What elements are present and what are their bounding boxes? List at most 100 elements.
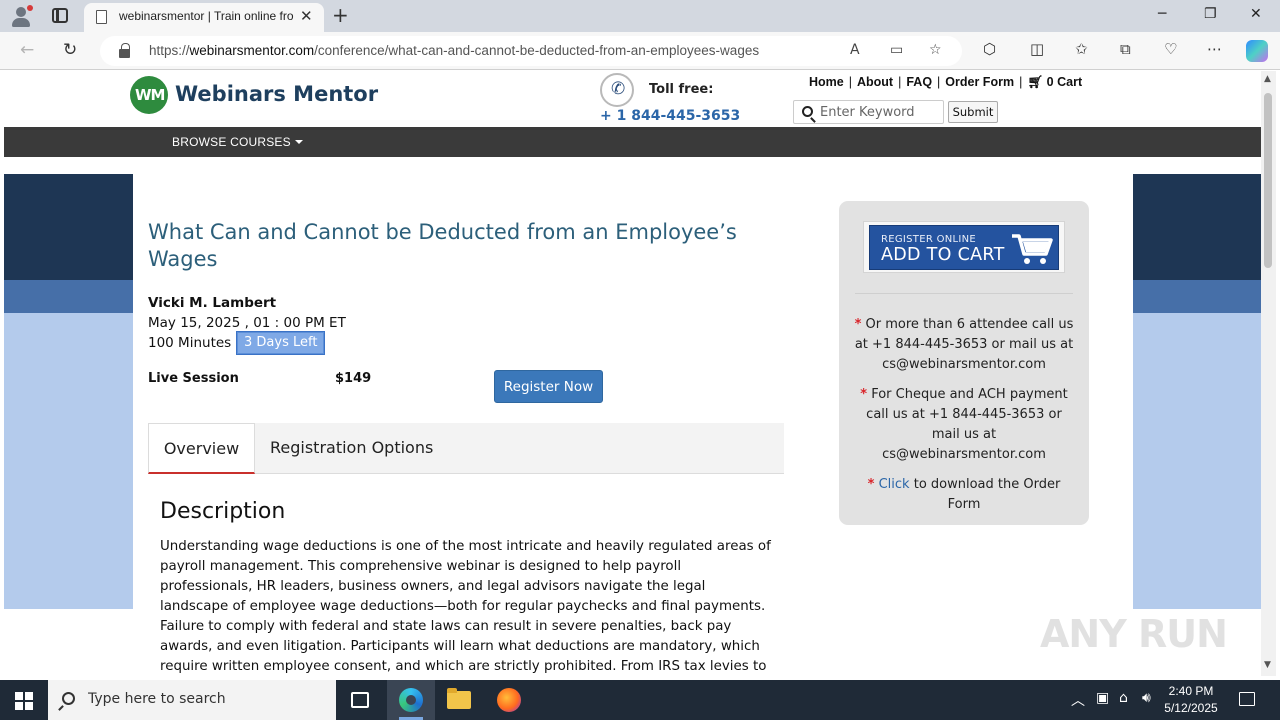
nav-faq[interactable]: FAQ [906, 75, 932, 89]
read-aloud-icon[interactable]: A [850, 42, 860, 58]
course-date: May 15, 2025 , 01 : 00 PM ET [148, 315, 346, 331]
favorites-icon[interactable]: ✩ [1075, 40, 1088, 58]
edge-taskbar-button[interactable] [387, 680, 435, 720]
course-title: What Can and Cannot be Deducted from an … [148, 220, 737, 271]
new-tab-icon[interactable]: + [332, 3, 349, 27]
logo-text[interactable]: Webinars Mentor [175, 82, 378, 106]
browse-courses-dropdown[interactable]: BROWSE COURSES [172, 135, 303, 149]
scroll-down-icon[interactable]: ▼ [1264, 660, 1271, 670]
search-icon [62, 692, 75, 705]
sidebar-divider [855, 293, 1073, 294]
nav-order-form[interactable]: Order Form [945, 75, 1014, 89]
cart-banner-big: ADD TO CART [881, 245, 1005, 265]
edge-icon [399, 688, 423, 712]
add-to-cart-banner[interactable]: REGISTER ONLINE ADD TO CART [863, 221, 1065, 273]
toll-free-label: Toll free: [649, 82, 714, 97]
presenter-name[interactable]: Vicki M. Lambert [148, 295, 276, 311]
windows-taskbar: ︿ ▣ ⌂ 🔊︎ 2:40 PM 5/12/2025 [0, 680, 1280, 720]
taskbar-clock[interactable]: 2:40 PM 5/12/2025 [1160, 683, 1222, 717]
page-icon [96, 10, 107, 24]
tab-registration-options[interactable]: Registration Options [270, 423, 433, 474]
maximize-icon[interactable]: ❐ [1204, 6, 1217, 22]
add-to-cart-button[interactable]: REGISTER ONLINE ADD TO CART [869, 225, 1059, 270]
tray-chevron-up-icon[interactable]: ︿ [1071, 690, 1085, 710]
extensions-icon[interactable]: ⬡ [983, 40, 996, 58]
required-star: * [854, 317, 862, 332]
sidebar-note-payment-text: For Cheque and ACH payment call us at +1… [866, 387, 1068, 462]
required-star: * [860, 387, 868, 402]
course-tabs: Overview Registration Options [148, 423, 784, 474]
copilot-icon[interactable] [1246, 40, 1268, 62]
notification-icon[interactable] [1239, 692, 1255, 706]
required-star: * [867, 477, 875, 492]
sidebar-note-order-form-text: to download the Order Form [913, 477, 1061, 512]
days-left-badge: 3 Days Left [235, 331, 326, 355]
browser-tab-active[interactable]: webinarsmentor | Train online fro ✕ [84, 3, 324, 33]
task-view-icon [351, 692, 369, 708]
sidebar-note-payment: * For Cheque and ACH payment call us at … [853, 385, 1075, 465]
split-screen-icon[interactable]: ◫ [1030, 40, 1044, 58]
url-text[interactable]: https://webinarsmentor.com/conference/wh… [149, 43, 759, 58]
back-icon[interactable]: ← [20, 40, 34, 60]
search-input[interactable] [820, 103, 940, 121]
scroll-thumb[interactable] [1264, 93, 1272, 268]
nav-about[interactable]: About [857, 75, 893, 89]
order-form-click-link[interactable]: Click [879, 477, 910, 492]
network-icon[interactable]: ⌂ [1119, 690, 1128, 706]
favorite-star-icon[interactable]: ☆ [929, 42, 942, 58]
task-view-button[interactable] [336, 680, 384, 720]
description-text: Understanding wage deductions is one of … [160, 539, 771, 674]
toll-free-number[interactable]: + 1 844-445-3653 [600, 108, 740, 124]
taskbar-search[interactable] [48, 680, 336, 720]
nav-cart[interactable]: 0 Cart [1047, 75, 1082, 89]
shopping-cart-icon [1012, 234, 1053, 264]
firefox-taskbar-button[interactable] [485, 680, 533, 720]
tab-overview[interactable]: Overview [148, 423, 255, 474]
sidebar-note-group-text: Or more than 6 attendee call us at +1 84… [854, 317, 1074, 372]
search-icon [802, 106, 813, 117]
search-submit-button[interactable]: Submit [948, 101, 998, 123]
caret-down-icon [294, 140, 303, 144]
tab-close-icon[interactable]: ✕ [300, 7, 313, 25]
page-scrollbar[interactable]: ▲ ▼ [1261, 71, 1276, 676]
browser-tab-strip: webinarsmentor | Train online fro ✕ + ─ … [0, 0, 1280, 33]
course-duration: 100 Minutes | [148, 335, 241, 351]
taskbar-search-input[interactable] [88, 691, 318, 707]
immersive-reader-icon[interactable]: ▭ [890, 42, 903, 58]
address-bar[interactable]: https://webinarsmentor.com/conference/wh… [100, 36, 962, 66]
refresh-icon[interactable]: ↻ [63, 40, 77, 60]
session-price: $149 [335, 371, 372, 386]
tab-actions-icon[interactable] [52, 8, 68, 23]
sidebar-note-order-form: * Click to download the Order Form [853, 475, 1075, 515]
close-window-icon[interactable]: ✕ [1250, 6, 1262, 22]
tray-device-icon[interactable]: ▣ [1096, 690, 1109, 706]
site-search [793, 100, 944, 124]
anyrun-watermark: ANY RUN [1040, 612, 1228, 656]
windows-start-icon[interactable] [15, 692, 33, 710]
file-explorer-button[interactable] [435, 680, 483, 720]
register-now-button[interactable]: Register Now [494, 370, 603, 403]
top-nav: Home | About | FAQ | Order Form | 🛒︎ 0 Cart [809, 75, 1083, 90]
profile-icon[interactable] [10, 5, 33, 27]
logo-icon[interactable]: WM [130, 76, 168, 114]
address-toolbar: ← ↻ https://webinarsmentor.com/conferenc… [0, 32, 1280, 70]
firefox-icon [497, 688, 521, 712]
main-navbar: BROWSE COURSES [4, 127, 1261, 157]
minimize-icon[interactable]: ─ [1158, 6, 1166, 22]
browser-essentials-icon[interactable]: ♡ [1164, 40, 1177, 58]
course-content-card: What Can and Cannot be Deducted from an … [133, 157, 1133, 676]
page-viewport: WM Webinars Mentor ✆ Toll free: + 1 844-… [4, 71, 1261, 676]
tab-title: webinarsmentor | Train online fro [119, 9, 294, 23]
description-heading: Description [160, 499, 286, 524]
clock-date: 5/12/2025 [1164, 701, 1218, 715]
volume-icon[interactable]: 🔊︎ [1142, 690, 1151, 706]
cart-icon[interactable]: 🛒︎ [1027, 75, 1043, 90]
registration-sidebar: REGISTER ONLINE ADD TO CART * Or more th… [839, 201, 1089, 525]
collections-icon[interactable]: ⧉ [1120, 40, 1131, 58]
more-menu-icon[interactable]: ⋯ [1207, 40, 1222, 58]
lock-icon[interactable] [119, 43, 130, 58]
nav-home[interactable]: Home [809, 75, 844, 89]
cart-banner-small: REGISTER ONLINE [881, 234, 977, 245]
scroll-up-icon[interactable]: ▲ [1264, 74, 1271, 84]
folder-icon [447, 688, 471, 709]
